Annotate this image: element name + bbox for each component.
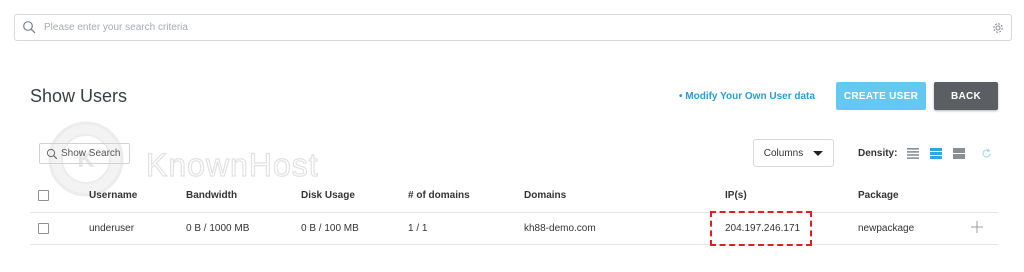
cell-username[interactable]: underuser [89, 223, 134, 234]
cell-domain-count: 1 / 1 [408, 223, 428, 234]
row-checkbox[interactable] [38, 223, 49, 234]
column-header-package[interactable]: Package [858, 190, 899, 201]
create-user-button[interactable]: CREATE USER [836, 82, 926, 110]
column-header-domain-count[interactable]: # of domains [408, 190, 470, 201]
table-row-divider [30, 244, 998, 245]
search-input[interactable] [42, 15, 991, 40]
show-search-label: Show Search [61, 148, 121, 159]
cell-bandwidth: 0 B / 1000 MB [186, 223, 250, 234]
density-standard-icon[interactable] [930, 148, 942, 159]
column-header-username[interactable]: Username [89, 190, 137, 201]
svg-text:KnownHost: KnownHost [146, 147, 319, 183]
cell-domains: kh88-demo.com [524, 223, 596, 234]
cell-disk-usage: 0 B / 100 MB [301, 223, 359, 234]
plus-icon[interactable] [970, 220, 984, 234]
cell-package: newpackage [858, 223, 915, 234]
gear-icon[interactable] [991, 21, 1005, 35]
back-button[interactable]: BACK [934, 82, 998, 110]
select-all-checkbox[interactable] [38, 190, 49, 201]
density-compact-icon[interactable] [907, 148, 919, 159]
caret-down-icon [813, 150, 824, 156]
search-bar [14, 14, 1012, 41]
search-icon [22, 20, 38, 36]
modify-own-user-data-link[interactable]: • Modify Your Own User data [679, 91, 815, 102]
page-title: Show Users [30, 86, 128, 106]
density-comfortable-icon[interactable] [953, 148, 965, 159]
column-header-disk-usage[interactable]: Disk Usage [301, 190, 355, 201]
column-header-domains[interactable]: Domains [524, 190, 566, 201]
ip-highlight-box [710, 211, 812, 246]
table-header-divider [30, 212, 998, 213]
column-header-bandwidth[interactable]: Bandwidth [186, 190, 237, 201]
refresh-icon[interactable] [981, 148, 992, 159]
show-search-button[interactable]: Show Search [39, 143, 130, 164]
columns-label: Columns [763, 147, 804, 159]
search-icon [46, 148, 58, 160]
column-header-ips[interactable]: IP(s) [725, 190, 747, 201]
columns-dropdown[interactable]: Columns [753, 139, 834, 167]
density-label: Density: [858, 148, 898, 159]
